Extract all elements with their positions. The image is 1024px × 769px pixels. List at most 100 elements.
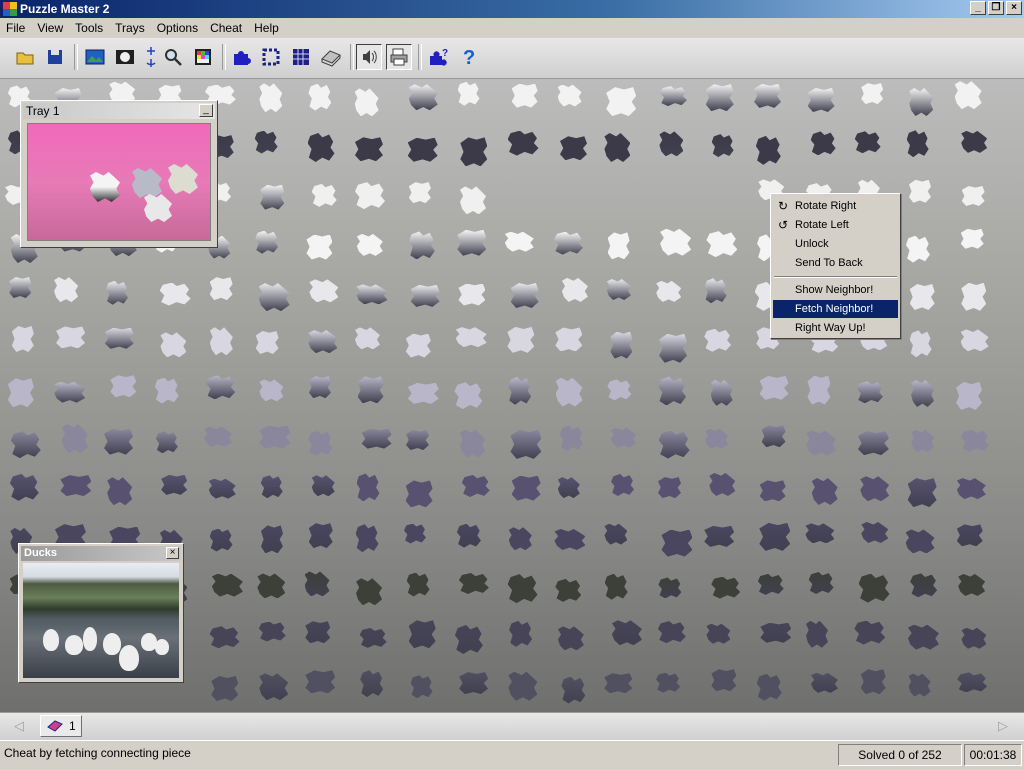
puzzle-piece[interactable] <box>858 573 890 603</box>
puzzle-piece[interactable] <box>511 83 538 108</box>
puzzle-piece[interactable] <box>460 186 487 215</box>
puzzle-piece[interactable] <box>961 130 988 153</box>
tray-piece[interactable] <box>90 172 120 202</box>
puzzle-piece[interactable] <box>410 284 440 307</box>
ctx-send-to-back[interactable]: Send To Back <box>773 254 898 272</box>
puzzle-piece[interactable] <box>910 573 938 598</box>
dog-picture-button[interactable] <box>112 44 138 70</box>
puzzle-piece[interactable] <box>459 672 489 695</box>
puzzle-piece[interactable] <box>908 179 931 203</box>
ctx-right-way-up[interactable]: Right Way Up! <box>773 319 898 337</box>
puzzle-piece[interactable] <box>405 333 431 358</box>
puzzle-piece[interactable] <box>659 333 688 363</box>
puzzle-piece[interactable] <box>461 474 490 497</box>
puzzle-piece[interactable] <box>805 523 835 544</box>
puzzle-piece[interactable] <box>408 182 431 204</box>
puzzle-piece[interactable] <box>354 88 379 117</box>
puzzle-piece[interactable] <box>559 425 583 451</box>
puzzle-piece[interactable] <box>660 228 692 256</box>
puzzle-piece[interactable] <box>905 235 930 263</box>
preview-close-button[interactable]: × <box>166 547 179 559</box>
puzzle-piece[interactable] <box>56 326 86 349</box>
puzzle-piece[interactable] <box>704 328 732 352</box>
ctx-rotate-right[interactable]: ↻ Rotate Right <box>773 197 898 215</box>
puzzle-piece[interactable] <box>658 376 687 406</box>
puzzle-piece[interactable] <box>860 669 886 695</box>
puzzle-piece[interactable] <box>658 577 682 599</box>
puzzle-piece[interactable] <box>356 473 380 502</box>
puzzle-piece[interactable] <box>254 130 278 154</box>
puzzle-piece[interactable] <box>356 233 383 256</box>
puzzle-piece[interactable] <box>211 675 239 701</box>
puzzle-piece[interactable] <box>260 184 285 210</box>
puzzle-piece[interactable] <box>209 277 233 301</box>
puzzle-piece[interactable] <box>255 230 279 254</box>
puzzle-piece[interactable] <box>861 83 884 105</box>
piece-help-button[interactable]: ? <box>426 44 452 70</box>
puzzle-piece[interactable] <box>554 231 583 255</box>
puzzle-piece[interactable] <box>704 278 727 304</box>
puzzle-piece[interactable] <box>909 283 935 310</box>
puzzle-piece[interactable] <box>258 283 290 312</box>
menu-tools[interactable]: Tools <box>69 18 109 38</box>
puzzle-piece[interactable] <box>410 675 433 699</box>
puzzle-piece[interactable] <box>961 282 987 311</box>
preview-window[interactable]: Ducks × <box>18 543 184 683</box>
puzzle-piece[interactable] <box>507 130 539 156</box>
puzzle-piece[interactable] <box>659 131 684 157</box>
puzzle-piece[interactable] <box>209 327 233 356</box>
puzzle-piece[interactable] <box>810 131 836 156</box>
puzzle-piece[interactable] <box>258 621 286 642</box>
puzzle-piece[interactable] <box>757 573 784 595</box>
puzzle-piece[interactable] <box>355 524 379 553</box>
puzzle-piece[interactable] <box>209 528 233 552</box>
save-button[interactable] <box>42 44 68 70</box>
puzzle-piece[interactable] <box>759 522 791 551</box>
puzzle-piece[interactable] <box>454 625 483 655</box>
puzzle-piece[interactable] <box>960 228 984 249</box>
puzzle-piece[interactable] <box>954 81 982 110</box>
puzzle-piece[interactable] <box>507 574 538 604</box>
tab-scroll-right-icon[interactable]: ▷ <box>998 718 1008 734</box>
puzzle-piece[interactable] <box>755 135 781 165</box>
puzzle-piece[interactable] <box>11 326 34 353</box>
tab-scroll-left-icon[interactable]: ◁ <box>14 718 24 734</box>
puzzle-piece[interactable] <box>657 477 681 499</box>
puzzle-piece[interactable] <box>509 620 533 647</box>
puzzle-piece[interactable] <box>206 375 236 400</box>
puzzle-piece[interactable] <box>104 327 134 349</box>
puzzle-piece[interactable] <box>606 87 637 117</box>
puzzle-piece[interactable] <box>60 475 92 497</box>
puzzle-piece[interactable] <box>761 425 786 448</box>
puzzle-piece[interactable] <box>155 431 178 454</box>
puzzle-piece[interactable] <box>507 326 535 353</box>
puzzle-piece[interactable] <box>110 375 137 398</box>
puzzle-piece[interactable] <box>255 330 279 354</box>
puzzle-piece[interactable] <box>909 87 934 116</box>
tray-body[interactable] <box>27 123 211 241</box>
puzzle-piece[interactable] <box>457 229 487 256</box>
puzzle-piece[interactable] <box>308 330 338 354</box>
puzzle-piece[interactable] <box>356 578 383 606</box>
puzzle-piece[interactable] <box>810 672 838 693</box>
puzzle-piece[interactable] <box>555 327 583 352</box>
puzzle-piece[interactable] <box>455 327 487 348</box>
puzzle-piece[interactable] <box>305 670 336 694</box>
puzzle-piece[interactable] <box>259 673 289 701</box>
puzzle-piece[interactable] <box>705 84 734 112</box>
puzzle-piece[interactable] <box>961 185 985 206</box>
puzzle-piece[interactable] <box>711 134 734 158</box>
puzzle-piece[interactable] <box>361 428 392 449</box>
puzzle-piece[interactable] <box>209 626 240 649</box>
puzzle-piece[interactable] <box>208 478 236 499</box>
puzzle-piece[interactable] <box>360 670 384 698</box>
puzzle-piece[interactable] <box>854 131 881 154</box>
edges-button[interactable] <box>258 44 284 70</box>
puzzle-piece[interactable] <box>659 86 687 107</box>
puzzle-piece[interactable] <box>260 475 283 499</box>
puzzle-piece[interactable] <box>307 133 335 163</box>
puzzle-piece[interactable] <box>407 137 438 162</box>
puzzle-piece[interactable] <box>308 376 331 399</box>
puzzle-piece[interactable] <box>104 428 134 455</box>
puzzle-piece[interactable] <box>510 282 539 308</box>
